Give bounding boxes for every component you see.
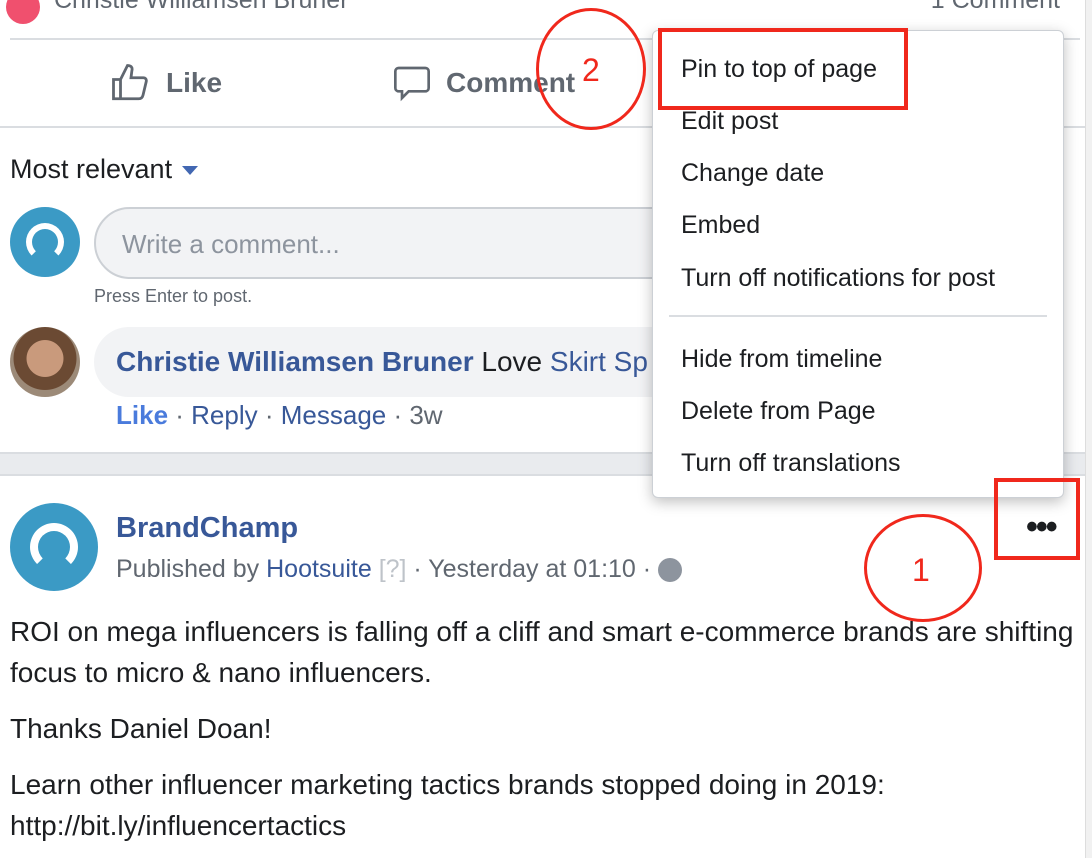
page-avatar[interactable] [10, 207, 80, 277]
post-paragraph: Thanks Daniel Doan! [10, 713, 272, 744]
menu-item-notifications[interactable]: Turn off notifications for post [681, 264, 995, 293]
annotation-highlight-more [994, 478, 1080, 560]
composer-hint: Press Enter to post. [94, 286, 253, 306]
menu-item-change-date[interactable]: Change date [681, 159, 824, 188]
globe-icon [658, 558, 683, 583]
help-link[interactable]: [?] [379, 555, 407, 583]
like-button[interactable]: Like [110, 62, 222, 104]
annotation-highlight-pin [658, 28, 908, 110]
post-paragraph: ROI on mega influencers is falling off a… [10, 616, 1074, 688]
publisher-link[interactable]: Hootsuite [266, 555, 372, 583]
reactor-name[interactable]: Christie Williamsen Bruner [54, 0, 349, 15]
menu-divider [669, 315, 1047, 317]
comment-text: Love [481, 346, 543, 377]
comment-input[interactable]: Write a comment... [94, 207, 714, 279]
caret-down-icon [182, 166, 199, 176]
menu-item-delete[interactable]: Delete from Page [681, 397, 876, 426]
post-link[interactable]: http://bit.ly/influencertactics [10, 805, 346, 846]
annotation-step-2: 2 [582, 52, 600, 88]
menu-item-edit[interactable]: Edit post [681, 107, 778, 136]
comment-age: 3w [409, 400, 443, 430]
comment-tag-link[interactable]: Skirt Sp [550, 346, 648, 377]
scrollbar[interactable] [1085, 0, 1092, 858]
post-paragraph: Learn other influencer marketing tactics… [10, 769, 885, 800]
comment-count[interactable]: 1 Comment [931, 0, 1060, 15]
thumbs-up-icon [112, 64, 148, 101]
sort-label: Most relevant [10, 154, 173, 184]
menu-item-hide[interactable]: Hide from timeline [681, 345, 882, 374]
comment-icon [394, 66, 430, 102]
comment-meta: Like · Reply · Message · 3w [116, 400, 443, 430]
like-label: Like [166, 67, 223, 98]
brandchamp-avatar[interactable] [10, 503, 98, 591]
commenter-avatar[interactable] [10, 327, 80, 397]
comment-author[interactable]: Christie Williamsen Bruner [116, 346, 474, 377]
menu-item-translations[interactable]: Turn off translations [681, 449, 901, 478]
menu-item-embed[interactable]: Embed [681, 211, 760, 240]
comment-like-link[interactable]: Like [116, 400, 168, 430]
comment-bubble: Christie Williamsen Bruner Love Skirt Sp [94, 327, 714, 397]
page-name-link[interactable]: BrandChamp [116, 512, 298, 545]
published-by-label: Published by [116, 555, 260, 583]
post-meta: Published by Hootsuite [?] · Yesterday a… [116, 555, 683, 584]
love-reaction-icon [6, 0, 40, 24]
post-time[interactable]: Yesterday at 01:10 [428, 555, 636, 583]
annotation-step-1: 1 [912, 552, 930, 588]
reply-link[interactable]: Reply [191, 400, 257, 430]
message-link[interactable]: Message [281, 400, 387, 430]
sort-dropdown[interactable]: Most relevant [10, 154, 199, 185]
